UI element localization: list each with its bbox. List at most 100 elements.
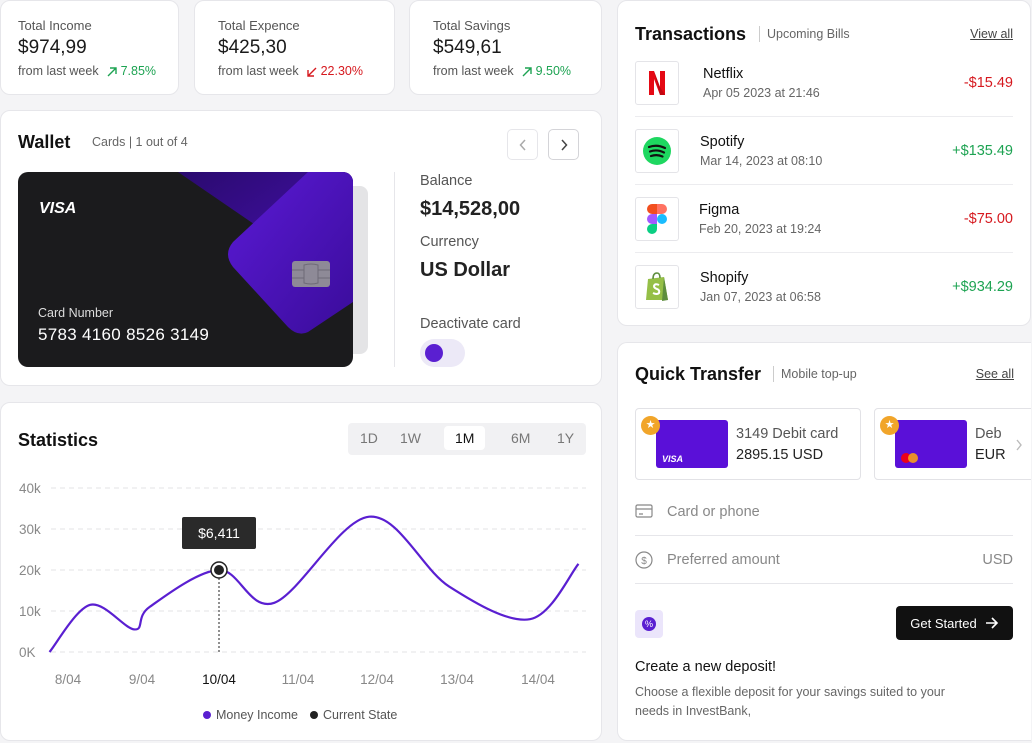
stat-period: from last week <box>218 64 299 78</box>
card-thumbnail <box>895 420 967 468</box>
x-tick-label: 10/04 <box>202 672 236 687</box>
x-tick-label: 13/04 <box>440 672 474 687</box>
legend-label-current-state: Current State <box>322 708 398 722</box>
x-tick-label: 12/04 <box>360 672 394 687</box>
balance-value: $14,528,00 <box>420 198 521 220</box>
currency-label: Currency <box>420 234 479 250</box>
currency-value: US Dollar <box>420 259 511 281</box>
transaction-name: Figma <box>699 202 740 218</box>
card-number: 5783 4160 8526 3149 <box>38 325 210 344</box>
stat-value: $425,30 <box>218 37 287 58</box>
svg-text:$: $ <box>641 556 647 567</box>
wallet-panel: Wallet Cards | 1 out of 4 VISA Card Numb… <box>0 110 602 386</box>
stat-value: $974,99 <box>18 37 87 58</box>
transaction-amount: +$934.29 <box>952 279 1013 295</box>
wallet-card-count: 1 out of 4 <box>135 135 188 149</box>
transaction-amount: -$15.49 <box>963 75 1013 91</box>
title-separator <box>759 26 760 42</box>
transaction-name: Netflix <box>703 66 744 82</box>
divider <box>635 116 1013 117</box>
transfer-card-title: 3149 Debit card <box>736 426 839 442</box>
x-tick-label: 14/04 <box>521 672 555 687</box>
quick-transfer-title: Quick Transfer <box>635 364 762 384</box>
transaction-row-figma[interactable]: Figma Feb 20, 2023 at 19:24 -$75.00 <box>635 197 1013 265</box>
transfer-card-visa[interactable]: VISA ★ 3149 Debit card 2895.15 USD <box>635 408 861 480</box>
spotify-icon <box>635 129 679 173</box>
stat-card-expence: Total Expence $425,30 from last week 22.3… <box>194 0 395 95</box>
visa-logo: VISA <box>39 200 77 217</box>
stat-card-income: Total Income $974,99 from last week 7.85% <box>0 0 179 95</box>
wallet-divider <box>394 172 395 367</box>
y-tick-label: 0K <box>19 645 36 660</box>
dollar-circle-icon: $ <box>635 551 653 569</box>
deposit-text: Choose a flexible deposit for your savin… <box>635 685 945 718</box>
transactions-title: Transactions <box>635 24 747 44</box>
transaction-row-spotify[interactable]: Spotify Mar 14, 2023 at 08:10 +$135.49 <box>635 129 1013 197</box>
stat-change: 7.85% <box>120 64 157 78</box>
visa-card[interactable]: VISA Card Number 5783 4160 8526 3149 <box>18 172 353 367</box>
chevron-right-icon <box>560 138 568 151</box>
transfer-card-title: Deb <box>975 426 1002 442</box>
transaction-amount: +$135.49 <box>952 143 1013 159</box>
transaction-date: Feb 20, 2023 at 19:24 <box>699 222 822 236</box>
card-thumbnail: VISA <box>656 420 728 468</box>
star-icon: ★ <box>641 416 660 435</box>
wallet-title: Wallet <box>18 132 71 152</box>
deactivate-label: Deactivate card <box>420 316 521 332</box>
stat-label: Total Savings <box>433 18 511 33</box>
get-started-button[interactable]: Get Started <box>896 606 1013 640</box>
arrow-up-right-icon <box>107 67 117 77</box>
transaction-date: Mar 14, 2023 at 08:10 <box>700 154 823 168</box>
quick-transfer-subtitle[interactable]: Mobile top-up <box>781 367 857 381</box>
stat-value: $549,61 <box>433 37 502 58</box>
transaction-date: Jan 07, 2023 at 06:58 <box>700 290 821 304</box>
preferred-amount-placeholder: Preferred amount <box>667 552 780 568</box>
transaction-amount: -$75.00 <box>963 211 1013 227</box>
quick-transfer-panel: Quick Transfer Mobile top-up See all VIS… <box>617 342 1031 741</box>
card-icon <box>635 504 653 518</box>
star-icon: ★ <box>880 416 899 435</box>
legend-money-income: Money Income <box>203 708 298 722</box>
legend-dot-current-state <box>309 711 318 719</box>
see-all-link[interactable]: See all <box>976 367 1014 381</box>
wallet-prev-button[interactable] <box>507 129 538 160</box>
mastercard-icon <box>901 453 918 463</box>
transfer-card-mastercard[interactable]: ★ Deb EUR <box>874 408 1031 480</box>
chip-icon <box>292 261 330 287</box>
toggle-knob <box>425 344 443 362</box>
preferred-amount-input[interactable]: $ Preferred amount USD <box>635 536 1013 584</box>
percent-badge-icon: % <box>635 610 663 638</box>
stat-change: 22.30% <box>320 64 363 78</box>
stat-change: 9.50% <box>535 64 572 78</box>
arrow-up-right-icon <box>522 67 532 77</box>
title-separator <box>773 366 774 382</box>
deactivate-toggle[interactable] <box>420 339 465 367</box>
y-tick-label: 20k <box>19 563 41 578</box>
view-all-link[interactable]: View all <box>970 27 1013 41</box>
divider <box>635 252 1013 253</box>
transactions-panel: Transactions Upcoming Bills View all Net… <box>617 0 1031 326</box>
transaction-row-netflix[interactable]: Netflix Apr 05 2023 at 21:46 -$15.49 <box>635 61 1013 129</box>
transaction-date: Apr 05 2023 at 21:46 <box>703 86 820 100</box>
current-state-marker <box>214 565 224 575</box>
transactions-subtitle[interactable]: Upcoming Bills <box>767 27 850 41</box>
x-tick-label: 8/04 <box>55 672 82 687</box>
stat-label: Total Income <box>18 18 92 33</box>
income-line-chart: 0K 10k 20k 30k 40k 8/04 9/04 10/04 11/04 12/04 13/… <box>19 481 586 687</box>
transaction-row-shopify[interactable]: Shopify Jan 07, 2023 at 06:58 +$934.29 <box>635 265 1013 333</box>
netflix-icon <box>635 61 679 105</box>
transfer-card-amount: 2895.15 USD <box>736 447 824 463</box>
card-or-phone-input[interactable]: Card or phone <box>635 488 1013 536</box>
chevron-left-icon <box>518 138 526 151</box>
transfer-card-amount: EUR <box>975 447 1006 463</box>
x-tick-label: 9/04 <box>129 672 156 687</box>
transaction-name: Spotify <box>700 134 745 150</box>
divider <box>635 184 1013 185</box>
stat-period: from last week <box>18 64 99 78</box>
wallet-next-button[interactable] <box>548 129 579 160</box>
deposit-title: Create a new deposit! <box>635 659 777 675</box>
y-tick-label: 40k <box>19 481 41 496</box>
statistics-panel: Statistics 1D 1W 1M 6M 1Y 0K 10k 20k 30k 40k… <box>0 402 602 741</box>
money-income-line <box>48 515 580 653</box>
amount-currency[interactable]: USD <box>982 552 1013 568</box>
